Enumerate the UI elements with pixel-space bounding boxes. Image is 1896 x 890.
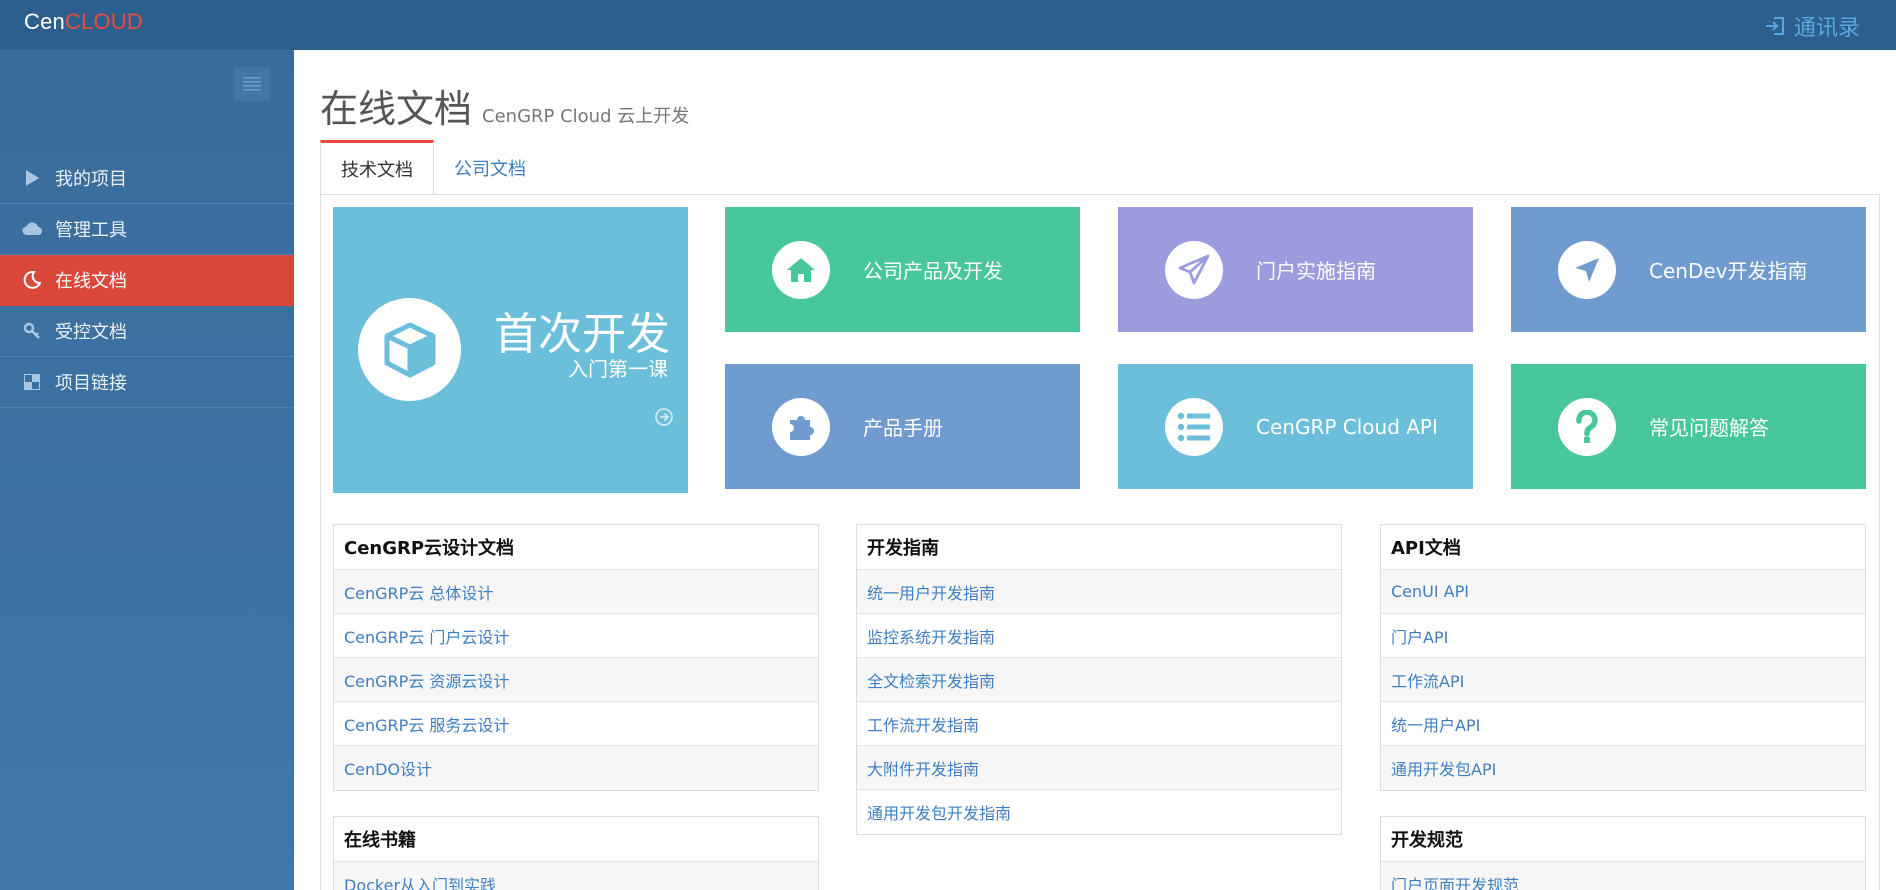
sidebar-item-online-docs[interactable]: 在线文档 <box>0 255 294 306</box>
tile-label: CenDev开发指南 <box>1649 259 1808 283</box>
top-bar: CenCLOUD 通讯录 <box>0 0 1896 50</box>
home-icon <box>772 240 830 299</box>
sidebar: 我的项目 管理工具 在线文档 受控文档 项目链接 <box>0 50 294 890</box>
tile-product-manual[interactable]: 产品手册 <box>725 364 1080 489</box>
list-item[interactable]: 大附件开发指南 <box>857 746 1341 790</box>
sidebar-item-label: 在线文档 <box>55 271 127 292</box>
panel-title: 开发指南 <box>857 525 1341 570</box>
paper-plane-icon <box>1165 240 1223 299</box>
list-item[interactable]: 门户API <box>1381 614 1865 658</box>
tile-label: CenGRP Cloud API <box>1256 414 1438 439</box>
panel-dev-standards: 开发规范 门户页面开发规范 <box>1380 816 1866 890</box>
sidebar-item-admin-tools[interactable]: 管理工具 <box>0 204 294 255</box>
puzzle-icon <box>772 397 830 456</box>
tile-cendev-guide[interactable]: CenDev开发指南 <box>1511 207 1866 332</box>
list-item[interactable]: 工作流开发指南 <box>857 702 1341 746</box>
list-item[interactable]: 全文检索开发指南 <box>857 658 1341 702</box>
list-item[interactable]: CenGRP云 资源云设计 <box>334 658 818 702</box>
tab-tech-docs[interactable]: 技术文档 <box>320 140 434 195</box>
sidebar-item-label: 受控文档 <box>55 322 127 343</box>
main-content: 在线文档 CenGRP Cloud 云上开发 技术文档 公司文档 首次开发 入门… <box>294 50 1896 890</box>
hero-subtitle: 入门第一课 <box>568 357 668 381</box>
arrow-circle-right-icon <box>654 407 674 431</box>
hero-tile-first-dev[interactable]: 首次开发 入门第一课 <box>333 207 688 493</box>
tab-company-docs[interactable]: 公司文档 <box>434 140 546 195</box>
list-item[interactable]: 监控系统开发指南 <box>857 614 1341 658</box>
list-item[interactable]: 通用开发包开发指南 <box>857 790 1341 834</box>
list-icon <box>1165 397 1223 456</box>
menu-icon <box>243 77 261 91</box>
sidebar-nav: 我的项目 管理工具 在线文档 受控文档 项目链接 <box>0 153 294 408</box>
list-item[interactable]: Docker从入门到实践 <box>334 862 818 890</box>
panel-title: 在线书籍 <box>334 817 818 862</box>
moon-icon <box>22 270 42 290</box>
tile-label: 常见问题解答 <box>1649 416 1769 440</box>
panel-online-books: 在线书籍 Docker从入门到实践 <box>333 816 819 890</box>
panel-title: 开发规范 <box>1381 817 1865 862</box>
app-logo[interactable]: CenCLOUD <box>24 9 143 35</box>
list-item[interactable]: CenGRP云 总体设计 <box>334 570 818 614</box>
sidebar-item-my-projects[interactable]: 我的项目 <box>0 153 294 204</box>
logo-suffix: CLOUD <box>64 9 143 34</box>
cube-icon <box>358 298 461 401</box>
panel-design-docs: CenGRP云设计文档 CenGRP云 总体设计 CenGRP云 门户云设计 C… <box>333 524 819 791</box>
sidebar-item-controlled-docs[interactable]: 受控文档 <box>0 306 294 357</box>
tile-label: 公司产品及开发 <box>863 259 1003 283</box>
panel-api-docs: API文档 CenUI API 门户API 工作流API 统一用户API 通用开… <box>1380 524 1866 791</box>
list-item[interactable]: CenGRP云 门户云设计 <box>334 614 818 658</box>
question-icon <box>1558 397 1616 456</box>
contacts-link[interactable]: 通讯录 <box>1764 10 1860 42</box>
panel-dev-guides: 开发指南 统一用户开发指南 监控系统开发指南 全文检索开发指南 工作流开发指南 … <box>856 524 1342 835</box>
tile-cloud-api[interactable]: CenGRP Cloud API <box>1118 364 1473 489</box>
list-item[interactable]: 门户页面开发规范 <box>1381 862 1865 890</box>
panel-title: CenGRP云设计文档 <box>334 525 818 570</box>
key-icon <box>22 321 42 341</box>
page-header: 在线文档 CenGRP Cloud 云上开发 <box>320 78 689 133</box>
list-item[interactable]: 统一用户API <box>1381 702 1865 746</box>
logo-prefix: Cen <box>24 9 65 34</box>
tile-company-products[interactable]: 公司产品及开发 <box>725 207 1080 332</box>
panel-title: API文档 <box>1381 525 1865 570</box>
tile-label: 门户实施指南 <box>1256 259 1376 283</box>
contacts-label: 通讯录 <box>1793 16 1860 41</box>
sign-in-icon <box>1765 17 1784 35</box>
tile-faq[interactable]: 常见问题解答 <box>1511 364 1866 489</box>
sidebar-item-label: 项目链接 <box>55 373 127 394</box>
list-item[interactable]: CenGRP云 服务云设计 <box>334 702 818 746</box>
sidebar-item-project-links[interactable]: 项目链接 <box>0 357 294 408</box>
list-item[interactable]: 通用开发包API <box>1381 746 1865 790</box>
tile-portal-guide[interactable]: 门户实施指南 <box>1118 207 1473 332</box>
sidebar-item-label: 管理工具 <box>55 220 127 241</box>
list-item[interactable]: 工作流API <box>1381 658 1865 702</box>
page-subtitle: CenGRP Cloud 云上开发 <box>482 106 690 127</box>
page-title: 在线文档 <box>320 87 473 131</box>
list-item[interactable]: CenDO设计 <box>334 746 818 790</box>
doc-tabs: 技术文档 公司文档 <box>320 140 546 195</box>
grid-icon <box>22 372 42 392</box>
play-icon <box>22 168 42 188</box>
list-item[interactable]: 统一用户开发指南 <box>857 570 1341 614</box>
list-item[interactable]: CenUI API <box>1381 570 1865 614</box>
tile-label: 产品手册 <box>863 416 943 440</box>
cloud-icon <box>22 219 42 239</box>
sidebar-toggle-button[interactable] <box>234 67 270 101</box>
location-arrow-icon <box>1558 240 1616 299</box>
sidebar-item-label: 我的项目 <box>55 169 127 190</box>
